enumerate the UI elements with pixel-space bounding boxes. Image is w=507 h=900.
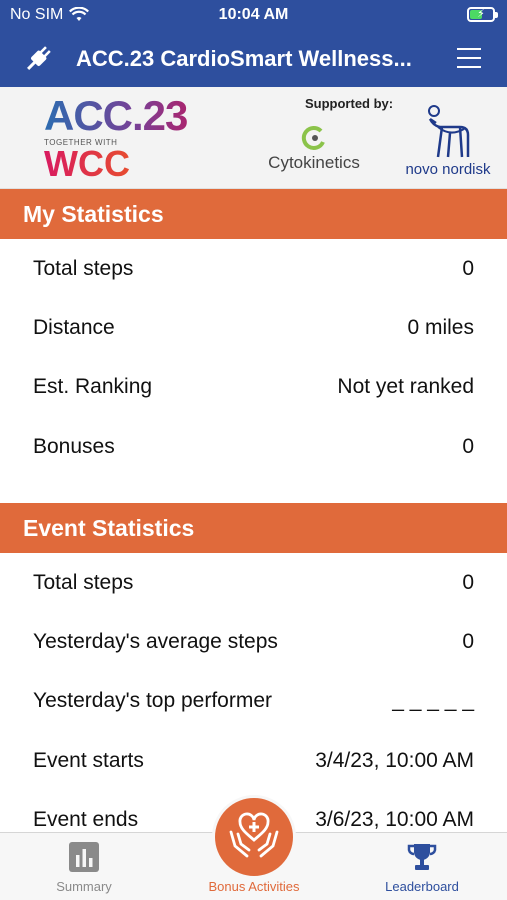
stat-value: 3/4/23, 10:00 AM — [315, 748, 474, 772]
stat-label: Distance — [33, 315, 115, 339]
stat-label: Yesterday's top performer — [33, 689, 273, 713]
stat-row: Total steps 0 — [0, 239, 507, 298]
tab-bonus-activities[interactable]: Bonus Activities — [184, 879, 324, 894]
stat-value: 0 miles — [407, 315, 474, 339]
stat-value: 0 — [462, 434, 474, 458]
my-statistics-section: My Statistics Total steps 0 Distance 0 m… — [0, 189, 507, 476]
stat-label: Event ends — [33, 808, 139, 832]
tab-leaderboard[interactable]: Leaderboard — [372, 841, 472, 894]
novo-nordisk-text: novo nordisk — [405, 161, 491, 178]
trophy-icon — [407, 844, 437, 870]
cytokinetics-logo: Cytokinetics — [258, 125, 370, 173]
stat-label: Est. Ranking — [33, 375, 153, 399]
battery-icon: ⚡ — [467, 7, 498, 22]
stat-value: 0 — [462, 256, 474, 280]
stat-label: Yesterday's average steps — [33, 630, 278, 654]
stat-label: Total steps — [33, 256, 134, 280]
cytokinetics-mark-icon — [301, 125, 325, 150]
my-statistics-header: My Statistics — [0, 189, 507, 239]
stat-value: Not yet ranked — [337, 375, 474, 399]
stat-row: Event starts 3/4/23, 10:00 AM — [0, 731, 507, 790]
apis-bull-icon — [428, 105, 470, 158]
tab-label: Summary — [56, 879, 112, 894]
acc-wcc-logo: ACC.23 TOGETHER WITH WCC — [44, 95, 214, 182]
cytokinetics-text: Cytokinetics — [268, 153, 360, 172]
app-title: ACC.23 CardioSmart Wellness... — [76, 45, 412, 71]
stat-row: Est. Ranking Not yet ranked — [0, 358, 507, 417]
stat-row: Yesterday's average steps 0 — [0, 612, 507, 671]
heart-hands-icon — [229, 812, 279, 858]
sponsor-banner: ACC.23 TOGETHER WITH WCC Supported by: C… — [0, 87, 507, 189]
tab-label: Leaderboard — [385, 879, 459, 894]
tab-summary[interactable]: Summary — [34, 841, 134, 894]
tab-label: Bonus Activities — [208, 879, 300, 894]
acc-logo-text: ACC.23 — [44, 95, 214, 137]
stat-row: Distance 0 miles — [0, 298, 507, 357]
stat-value: _ _ _ _ _ — [392, 689, 474, 713]
stat-row: Yesterday's top performer _ _ _ _ _ — [0, 672, 507, 731]
bar-chart-icon — [69, 842, 99, 872]
clock: 10:04 AM — [218, 6, 289, 23]
stat-row: Total steps 0 — [0, 553, 507, 612]
bonus-activities-button[interactable] — [212, 795, 296, 879]
wcc-logo-text: WCC — [44, 146, 214, 182]
supported-by-label: Supported by: — [305, 96, 394, 111]
status-bar: No SIM 10:04 AM ⚡ — [0, 0, 507, 30]
stat-value: 0 — [462, 630, 474, 654]
stat-label: Total steps — [33, 570, 134, 594]
stat-label: Event starts — [33, 748, 144, 772]
stat-row: Bonuses 0 — [0, 417, 507, 476]
stat-label: Bonuses — [33, 434, 115, 458]
stat-value: 0 — [462, 570, 474, 594]
novo-nordisk-logo: novo nordisk — [396, 103, 500, 178]
plug-icon — [27, 45, 51, 70]
stat-value: 3/6/23, 10:00 AM — [315, 808, 474, 832]
hamburger-menu-icon[interactable] — [457, 48, 481, 68]
app-header: No SIM 10:04 AM ⚡ ACC.23 CardioSmart Wel… — [0, 0, 507, 87]
event-statistics-header: Event Statistics — [0, 503, 507, 554]
nav-bar: ACC.23 CardioSmart Wellness... — [0, 30, 507, 87]
